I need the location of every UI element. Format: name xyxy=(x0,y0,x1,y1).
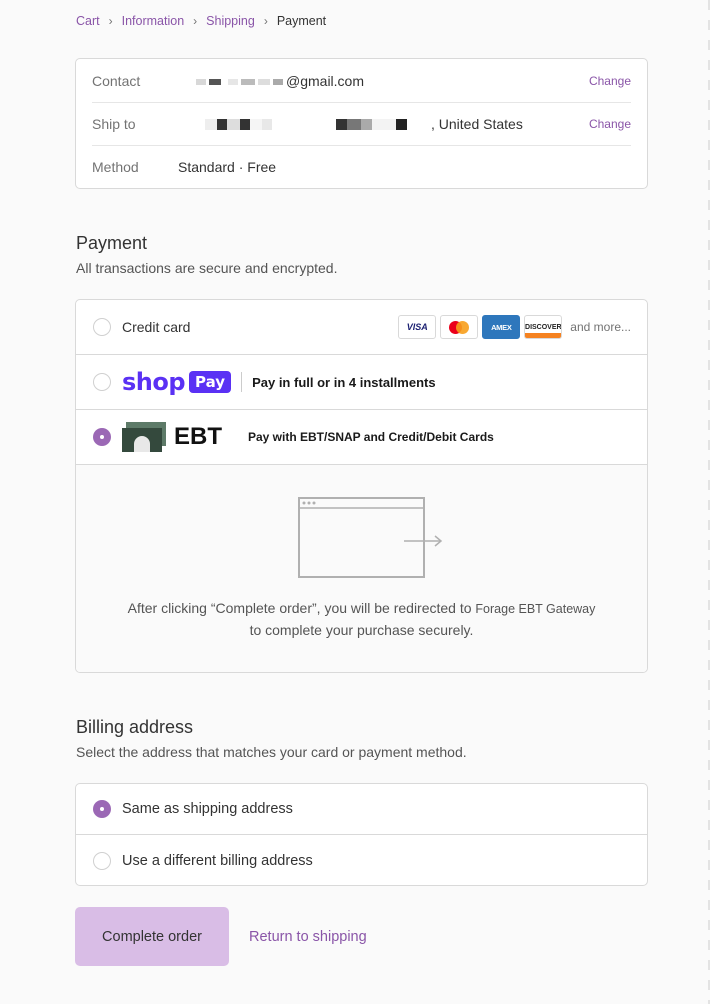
billing-option-different[interactable]: Use a different billing address xyxy=(76,835,647,886)
shop-pay-installments-text: Pay in full or in 4 installments xyxy=(252,374,436,390)
amex-icon: AMEX xyxy=(482,315,521,339)
order-review-box: Contact @gmail.com Change Ship to , Unit… xyxy=(75,58,648,189)
change-contact-link[interactable]: Change xyxy=(589,74,631,88)
payment-option-credit-card[interactable]: Credit card VISA AMEX DISCOVER and more.… xyxy=(76,300,647,355)
breadcrumb-information-link[interactable]: Information xyxy=(122,14,185,28)
same-address-label: Same as shipping address xyxy=(122,801,293,817)
ebt-redirect-panel: After clicking “Complete order”, you wil… xyxy=(76,465,647,672)
shop-pay-badge: Pay xyxy=(189,371,232,393)
ship-to-label: Ship to xyxy=(92,116,136,132)
breadcrumb-current-payment: Payment xyxy=(276,14,327,28)
breadcrumb-shipping-link[interactable]: Shipping xyxy=(206,14,255,28)
credit-card-label: Credit card xyxy=(122,319,191,335)
redirect-text: After clicking “Complete order”, you wil… xyxy=(76,598,647,641)
and-more-text: and more... xyxy=(570,320,631,334)
contact-label: Contact xyxy=(92,72,141,89)
mastercard-icon xyxy=(440,315,479,339)
ebt-logo-text: EBT xyxy=(174,423,222,450)
visa-icon: VISA xyxy=(398,315,437,339)
redacted-block xyxy=(205,118,272,130)
chevron-right-icon: › xyxy=(193,14,198,28)
discover-icon: DISCOVER xyxy=(524,315,563,339)
ebt-radio-selected[interactable] xyxy=(93,428,111,446)
breadcrumb: Cart › Information › Shipping › Payment xyxy=(76,14,326,28)
ebt-description: Pay with EBT/SNAP and Credit/Debit Cards xyxy=(248,430,494,444)
ebt-card-icon xyxy=(122,422,166,452)
chevron-right-icon: › xyxy=(263,14,268,28)
payment-subtext: All transactions are secure and encrypte… xyxy=(76,260,338,276)
browser-redirect-icon xyxy=(298,497,443,578)
different-address-label: Use a different billing address xyxy=(122,852,313,869)
ship-to-value: , United States xyxy=(178,116,589,132)
return-to-shipping-link[interactable]: Return to shipping xyxy=(249,929,367,945)
method-value: Standard · Free xyxy=(178,159,277,175)
card-brand-list: VISA AMEX DISCOVER and more... xyxy=(398,315,631,339)
different-address-radio[interactable] xyxy=(93,851,111,870)
redirect-line-2: to complete your purchase securely. xyxy=(249,622,474,638)
redacted-block xyxy=(196,76,283,85)
complete-order-button[interactable]: Complete order xyxy=(75,907,229,966)
shop-pay-radio[interactable] xyxy=(93,373,111,391)
same-address-radio-selected[interactable] xyxy=(93,800,111,818)
breadcrumb-cart-link[interactable]: Cart xyxy=(76,14,100,28)
redirect-line-1: After clicking “Complete order”, you wil… xyxy=(127,600,472,616)
review-row-method: Method Standard · Free xyxy=(92,145,631,188)
redacted-block xyxy=(336,118,427,130)
review-row-ship-to: Ship to , United States Change xyxy=(92,102,631,145)
payment-option-shop-pay[interactable]: shop Pay Pay in full or in 4 installment… xyxy=(76,355,647,410)
billing-option-same[interactable]: Same as shipping address xyxy=(76,784,647,835)
redirect-gateway-name: Forage EBT Gateway xyxy=(475,602,596,616)
billing-options-box: Same as shipping address Use a different… xyxy=(75,783,648,886)
billing-heading: Billing address xyxy=(76,717,194,737)
contact-email-domain: @gmail.com xyxy=(286,72,365,89)
divider xyxy=(241,372,243,392)
change-shipping-link[interactable]: Change xyxy=(589,117,631,131)
payment-heading: Payment xyxy=(76,233,148,253)
contact-value: @gmail.com xyxy=(178,73,589,89)
payment-option-ebt[interactable]: EBT Pay with EBT/SNAP and Credit/Debit C… xyxy=(76,410,647,465)
billing-subtext: Select the address that matches your car… xyxy=(76,744,467,760)
ship-to-country: , United States xyxy=(431,116,523,132)
method-label: Method xyxy=(92,159,139,175)
payment-methods-box: Credit card VISA AMEX DISCOVER and more.… xyxy=(75,299,648,673)
chevron-right-icon: › xyxy=(108,14,113,28)
review-row-contact: Contact @gmail.com Change xyxy=(92,59,631,102)
credit-card-radio[interactable] xyxy=(93,318,111,336)
shop-pay-logo: shop xyxy=(122,368,186,396)
